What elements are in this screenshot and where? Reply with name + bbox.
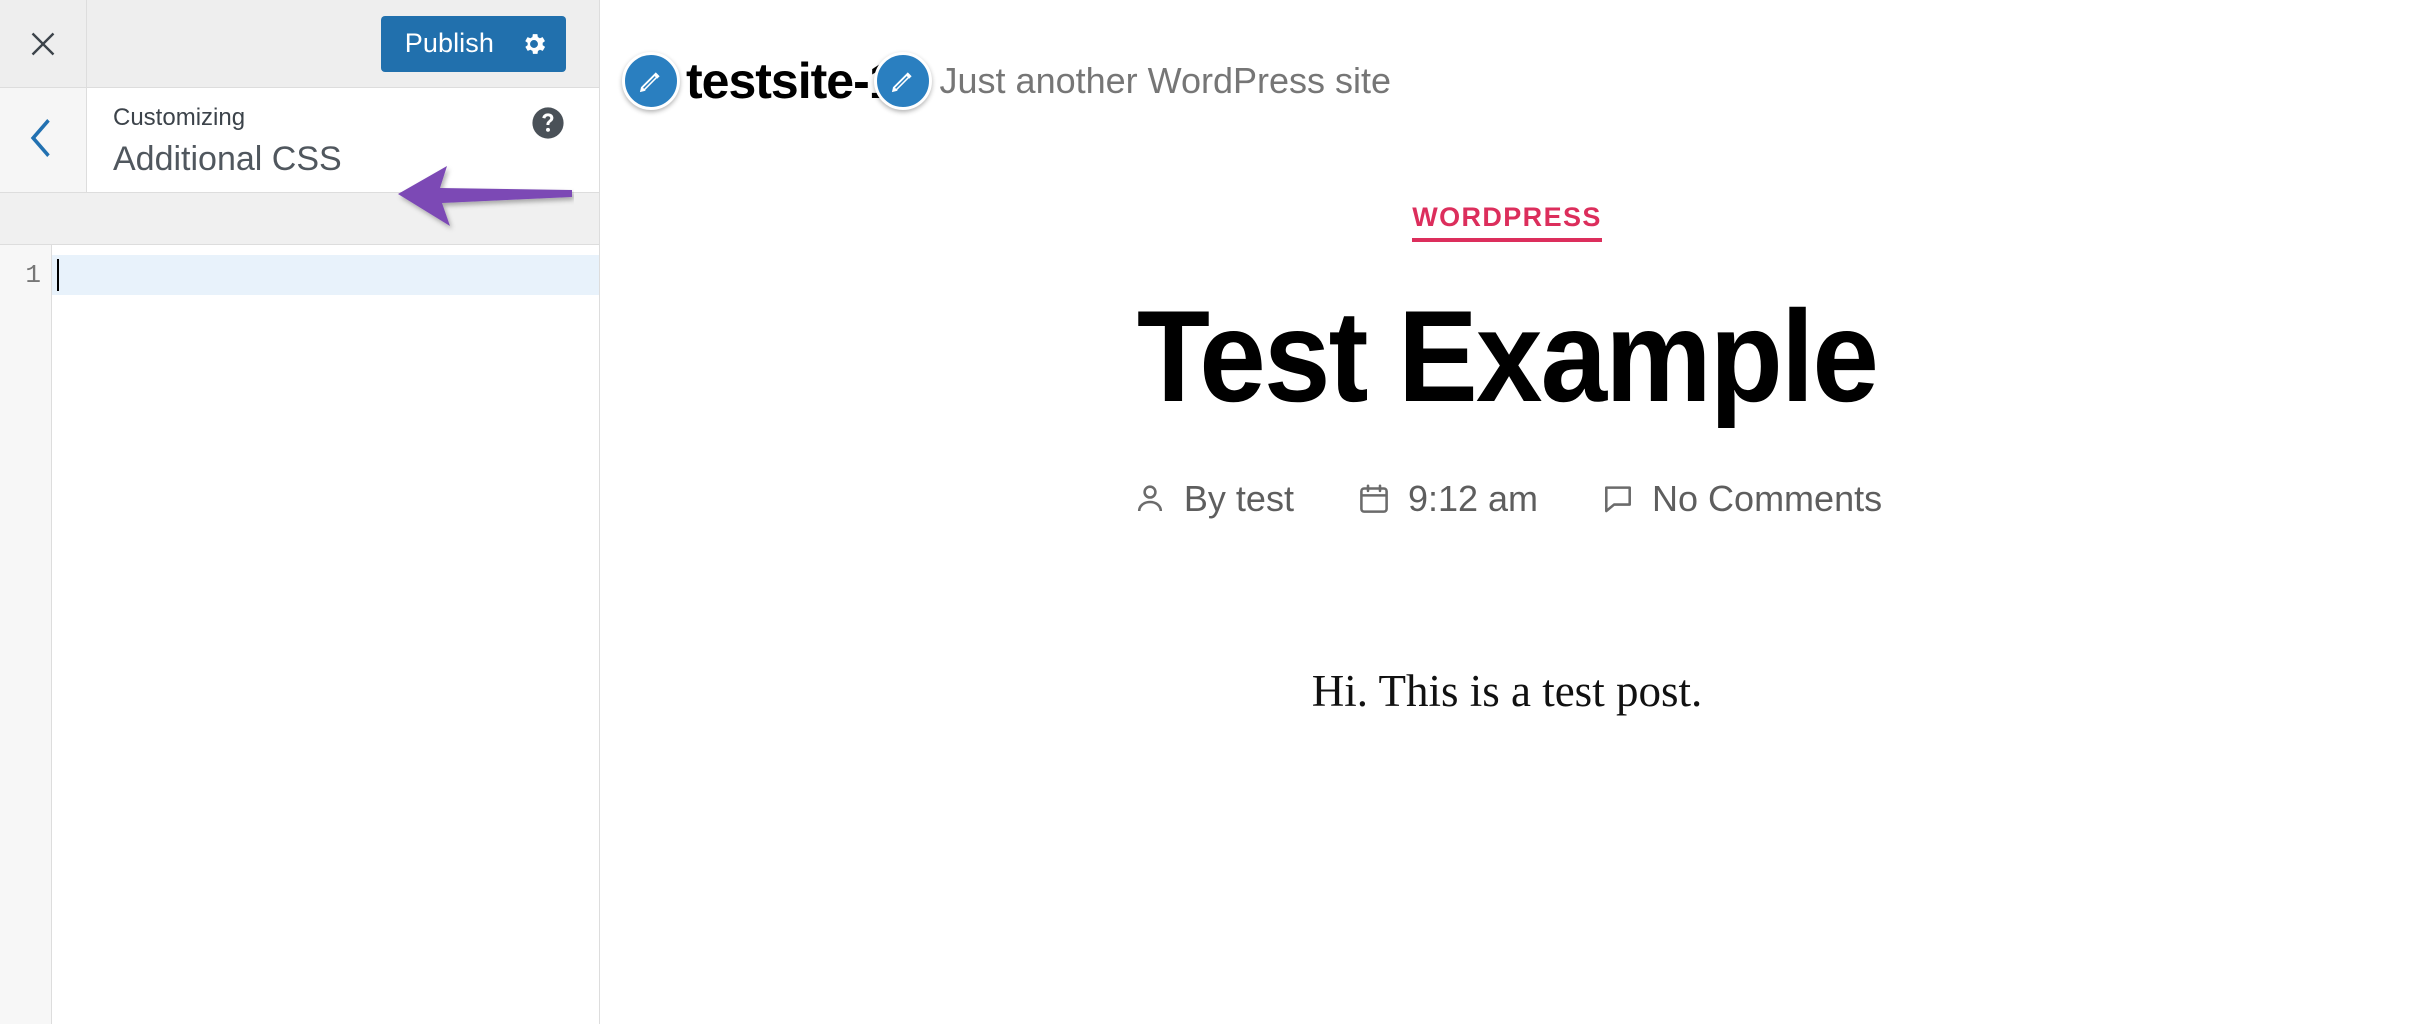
customizer-topbar: Publish bbox=[0, 0, 599, 88]
back-button[interactable] bbox=[0, 88, 87, 192]
post-article: WORDPRESS Test Example By test 9:12 am N… bbox=[600, 202, 2414, 717]
help-button[interactable] bbox=[531, 106, 565, 140]
post-time-label: 9:12 am bbox=[1407, 477, 1539, 519]
section-title-block: Customizing Additional CSS bbox=[87, 88, 599, 192]
comment-icon bbox=[1600, 481, 1636, 517]
post-category-link[interactable]: WORDPRESS bbox=[1412, 202, 1602, 242]
help-icon bbox=[531, 106, 565, 140]
customizing-label: Customizing bbox=[113, 104, 246, 131]
post-time: 9:12 am bbox=[1356, 478, 1538, 520]
site-preview[interactable]: testsite-1 Just another WordPress site W… bbox=[600, 0, 2414, 1024]
publish-button[interactable]: Publish bbox=[380, 15, 566, 72]
pencil-edit-icon bbox=[637, 67, 665, 95]
chevron-left-icon bbox=[28, 118, 58, 162]
customizer-screen: Publish Customizing Additional CSS 1 tes… bbox=[0, 0, 2414, 1024]
edit-site-title-shortcut[interactable] bbox=[622, 52, 680, 110]
site-title[interactable]: testsite-1 bbox=[686, 52, 897, 110]
post-category-wrap: WORDPRESS bbox=[600, 202, 2414, 242]
editor-gutter: 1 bbox=[0, 245, 52, 1024]
editor-code-area[interactable] bbox=[52, 245, 599, 1024]
text-caret bbox=[57, 259, 59, 291]
site-tagline[interactable]: Just another WordPress site bbox=[940, 60, 1392, 102]
gear-icon[interactable] bbox=[520, 30, 548, 58]
post-author: By test bbox=[1132, 478, 1294, 520]
pencil-edit-icon bbox=[889, 67, 917, 95]
customizer-section-header: Customizing Additional CSS bbox=[0, 88, 599, 193]
edit-tagline-shortcut[interactable] bbox=[873, 52, 932, 110]
close-customizer-button[interactable] bbox=[0, 0, 87, 87]
post-comments: No Comments bbox=[1600, 478, 1882, 520]
site-header: testsite-1 Just another WordPress site bbox=[600, 0, 2414, 110]
additional-css-editor[interactable]: 1 bbox=[0, 245, 599, 1024]
editor-active-line[interactable] bbox=[52, 255, 599, 295]
post-comments-label: No Comments bbox=[1652, 477, 1883, 519]
post-body-text: Hi. This is a test post. bbox=[1311, 665, 1703, 716]
post-title: Test Example bbox=[1136, 283, 1879, 429]
publish-bar: Publish bbox=[87, 0, 599, 87]
person-icon bbox=[1132, 481, 1168, 517]
line-number: 1 bbox=[25, 260, 41, 290]
page-title: Additional CSS bbox=[113, 139, 342, 178]
calendar-icon bbox=[1356, 481, 1392, 517]
close-icon bbox=[26, 27, 60, 61]
section-toolbar-spacer bbox=[0, 193, 599, 245]
post-author-label: By test bbox=[1183, 477, 1294, 519]
publish-button-label: Publish bbox=[404, 28, 494, 58]
post-meta: By test 9:12 am No Comments bbox=[600, 478, 2414, 520]
customizer-panel: Publish Customizing Additional CSS 1 bbox=[0, 0, 600, 1024]
